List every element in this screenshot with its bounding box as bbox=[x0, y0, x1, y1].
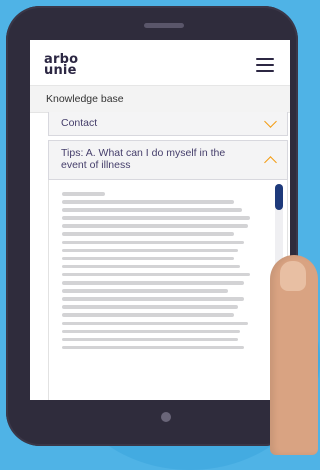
accordion-item-contact[interactable]: Contact bbox=[48, 112, 288, 136]
accordion-item-label: Contact bbox=[61, 117, 98, 129]
text-line bbox=[62, 248, 238, 253]
text-line bbox=[62, 208, 242, 212]
placeholder-text-block bbox=[62, 192, 262, 354]
scrollbar-thumb[interactable] bbox=[275, 184, 283, 210]
tablet-speaker bbox=[144, 23, 184, 28]
text-line bbox=[62, 232, 234, 236]
text-line bbox=[62, 337, 238, 342]
text-line bbox=[62, 313, 234, 317]
logo-line-2: unie bbox=[44, 63, 77, 78]
accordion-item-label: Tips: A. What can I do myself in the eve… bbox=[61, 147, 226, 171]
text-line bbox=[62, 289, 228, 293]
arbo-unie-logo[interactable]: arbo unie bbox=[44, 53, 92, 78]
text-line bbox=[62, 329, 240, 334]
tablet-home-button[interactable] bbox=[161, 412, 171, 422]
text-line bbox=[62, 297, 244, 301]
breadcrumb: Knowledge base bbox=[30, 86, 290, 113]
accordion-item-tips[interactable]: Tips: A. What can I do myself in the eve… bbox=[48, 140, 288, 180]
app-header: arbo unie bbox=[30, 40, 290, 86]
accordion-content bbox=[48, 180, 288, 400]
pointing-finger bbox=[270, 255, 318, 455]
text-line bbox=[62, 345, 244, 350]
text-line bbox=[62, 224, 248, 228]
hamburger-icon[interactable] bbox=[256, 58, 274, 72]
text-line bbox=[62, 200, 234, 204]
fingernail bbox=[280, 261, 306, 291]
chevron-up-icon bbox=[264, 156, 277, 169]
text-line bbox=[62, 272, 250, 277]
text-line bbox=[62, 321, 248, 325]
tablet-device: arbo unie Knowledge base Contact Tips: A… bbox=[6, 6, 298, 446]
text-line bbox=[62, 240, 244, 245]
text-line bbox=[62, 281, 244, 285]
text-line bbox=[62, 216, 250, 220]
chevron-down-icon bbox=[264, 115, 277, 128]
text-line bbox=[62, 192, 105, 196]
tablet-screen: arbo unie Knowledge base Contact Tips: A… bbox=[30, 40, 290, 400]
text-line bbox=[62, 264, 240, 269]
text-line bbox=[62, 256, 234, 261]
text-line bbox=[62, 305, 238, 309]
breadcrumb-label[interactable]: Knowledge base bbox=[46, 93, 124, 105]
